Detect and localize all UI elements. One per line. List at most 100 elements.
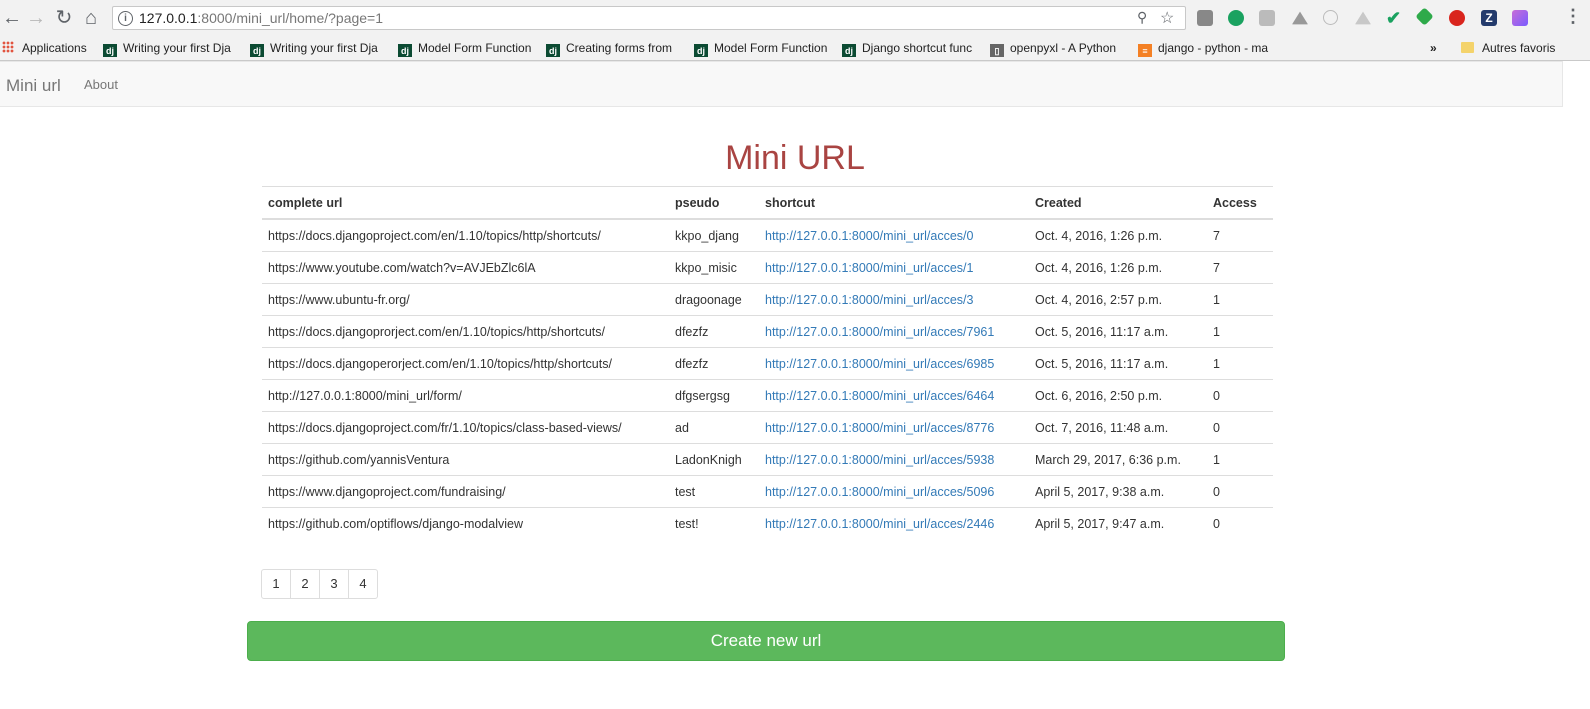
shortcut-link[interactable]: http://127.0.0.1:8000/mini_url/acces/646… [759,379,1029,412]
complete-url-cell: https://docs.djangoproject.com/en/1.10/t… [262,218,669,252]
created-cell: Oct. 5, 2016, 11:17 a.m. [1029,315,1207,348]
z-extension-icon[interactable]: Z [1481,10,1497,26]
access-cell: 0 [1207,475,1273,508]
complete-url-cell: https://docs.djangoperorject.com/en/1.10… [262,347,669,380]
access-cell: 7 [1207,251,1273,284]
created-cell: Oct. 7, 2016, 11:48 a.m. [1029,411,1207,444]
bookmark-item[interactable]: ≡ django - python - ma [1138,39,1278,57]
created-cell: April 5, 2017, 9:47 a.m. [1029,507,1207,539]
access-cell: 1 [1207,283,1273,316]
shortcut-link[interactable]: http://127.0.0.1:8000/mini_url/acces/3 [759,283,1029,316]
pseudo-cell: dragoonage [669,283,759,316]
table-row: https://www.ubuntu-fr.org/dragoonage http… [262,283,1273,316]
page-link-3[interactable]: 3 [319,569,349,599]
page-icon: ▯ [990,44,1004,57]
check-extension-icon[interactable]: ✔ [1386,9,1402,27]
clock-extension-icon[interactable] [1323,10,1338,25]
access-cell: 7 [1207,218,1273,252]
bookmark-item[interactable]: ▯ openpyxl - A Python [990,39,1128,57]
column-header: Created [1029,186,1207,220]
django-icon: dj [546,44,560,57]
complete-url-cell: https://docs.djangoprorject.com/en/1.10/… [262,315,669,348]
page-title: Mini URL [725,139,865,177]
navbar-brand[interactable]: Mini url [6,76,61,96]
bookmark-applications[interactable]: Applications [2,39,94,57]
nav-about-link[interactable]: About [84,77,118,92]
bookmark-item[interactable]: dj Writing your first Dja [103,39,243,57]
table-row: https://docs.djangoperorject.com/en/1.10… [262,347,1273,380]
url-text[interactable]: 127.0.0.1:8000/mini_url/home/?page=1 [139,10,383,27]
bookmark-item[interactable]: dj Django shortcut func [842,39,980,57]
forward-icon[interactable]: → [24,6,48,30]
extension-icon[interactable] [1259,10,1275,26]
created-cell: Oct. 4, 2016, 1:26 p.m. [1029,251,1207,284]
bookmark-item[interactable]: dj Writing your first Dja [250,39,390,57]
zoom-icon[interactable]: ⚲ [1137,9,1147,26]
table-row: https://docs.djangoproject.com/fr/1.10/t… [262,411,1273,444]
column-header: pseudo [669,186,759,220]
bookmark-item[interactable]: dj Model Form Function [398,39,536,57]
created-cell: Oct. 5, 2016, 11:17 a.m. [1029,347,1207,380]
bookmark-item[interactable]: dj Creating forms from [546,39,684,57]
shortcut-link[interactable]: http://127.0.0.1:8000/mini_url/acces/244… [759,507,1029,539]
pseudo-cell: kkpo_djang [669,218,759,252]
back-icon[interactable]: ← [0,6,24,30]
drive-extension-icon[interactable] [1355,11,1371,25]
bookmarks-bar: Applications dj Writing your first Dja dj… [0,36,1590,61]
extension-icon[interactable] [1197,10,1213,26]
opera-extension-icon[interactable] [1449,10,1465,26]
bookmark-item[interactable]: dj Model Form Function [694,39,832,57]
shortcut-link[interactable]: http://127.0.0.1:8000/mini_url/acces/0 [759,218,1029,252]
pseudo-cell: dfezfz [669,347,759,380]
drive-extension-icon[interactable] [1292,11,1308,25]
created-cell: April 5, 2017, 9:38 a.m. [1029,475,1207,508]
complete-url-cell: https://docs.djangoproject.com/fr/1.10/t… [262,411,669,444]
shortcut-link[interactable]: http://127.0.0.1:8000/mini_url/acces/1 [759,251,1029,284]
apps-grid-icon [2,41,14,53]
page-link-4[interactable]: 4 [348,569,378,599]
column-header: shortcut [759,186,1029,220]
evernote-extension-icon[interactable] [1228,10,1244,26]
home-icon[interactable]: ⌂ [79,6,103,30]
shortcut-link[interactable]: http://127.0.0.1:8000/mini_url/acces/796… [759,315,1029,348]
shortcut-link[interactable]: http://127.0.0.1:8000/mini_url/acces/698… [759,347,1029,380]
complete-url-cell: http://127.0.0.1:8000/mini_url/form/ [262,379,669,412]
table-row: https://github.com/optiflows/django-moda… [262,507,1273,539]
bookmarks-overflow-icon[interactable]: » [1430,39,1444,57]
complete-url-cell: https://github.com/optiflows/django-moda… [262,507,669,539]
stackoverflow-icon: ≡ [1138,44,1152,57]
urls-table: complete url pseudo shortcut Created Acc… [262,186,1273,539]
address-bar[interactable]: i 127.0.0.1:8000/mini_url/home/?page=1 ⚲… [112,6,1186,30]
shortcut-link[interactable]: http://127.0.0.1:8000/mini_url/acces/877… [759,411,1029,444]
info-icon[interactable]: i [118,11,133,26]
table-row: https://www.djangoproject.com/fundraisin… [262,475,1273,508]
bookmark-star-icon[interactable]: ☆ [1160,8,1174,28]
created-cell: Oct. 4, 2016, 2:57 p.m. [1029,283,1207,316]
complete-url-cell: https://www.djangoproject.com/fundraisin… [262,475,669,508]
other-bookmarks[interactable]: Autres favoris [1461,39,1581,57]
pagination: 1 2 3 4 [261,569,378,599]
create-new-url-button[interactable]: Create new url [247,621,1285,661]
complete-url-cell: https://www.ubuntu-fr.org/ [262,283,669,316]
access-cell: 1 [1207,347,1273,380]
complete-url-cell: https://github.com/yannisVentura [262,443,669,476]
created-cell: Oct. 6, 2016, 2:50 p.m. [1029,379,1207,412]
extension-icon[interactable] [1512,10,1528,26]
pseudo-cell: kkpo_misic [669,251,759,284]
browser-menu-icon[interactable]: ⋮ [1564,6,1582,27]
reload-icon[interactable]: ↻ [52,6,76,30]
feedly-extension-icon[interactable] [1415,7,1434,26]
table-row: https://docs.djangoproject.com/en/1.10/t… [262,218,1273,252]
shortcut-link[interactable]: http://127.0.0.1:8000/mini_url/acces/593… [759,443,1029,476]
pseudo-cell: dfezfz [669,315,759,348]
page-link-2[interactable]: 2 [290,569,320,599]
table-row: http://127.0.0.1:8000/mini_url/form/dfgs… [262,379,1273,412]
table-row: https://docs.djangoprorject.com/en/1.10/… [262,315,1273,348]
created-cell: Oct. 4, 2016, 1:26 p.m. [1029,218,1207,252]
access-cell: 0 [1207,379,1273,412]
django-icon: dj [398,44,412,57]
browser-toolbar: ← → ↻ ⌂ i 127.0.0.1:8000/mini_url/home/?… [0,0,1590,36]
access-cell: 1 [1207,315,1273,348]
page-link-1[interactable]: 1 [261,569,291,599]
shortcut-link[interactable]: http://127.0.0.1:8000/mini_url/acces/509… [759,475,1029,508]
